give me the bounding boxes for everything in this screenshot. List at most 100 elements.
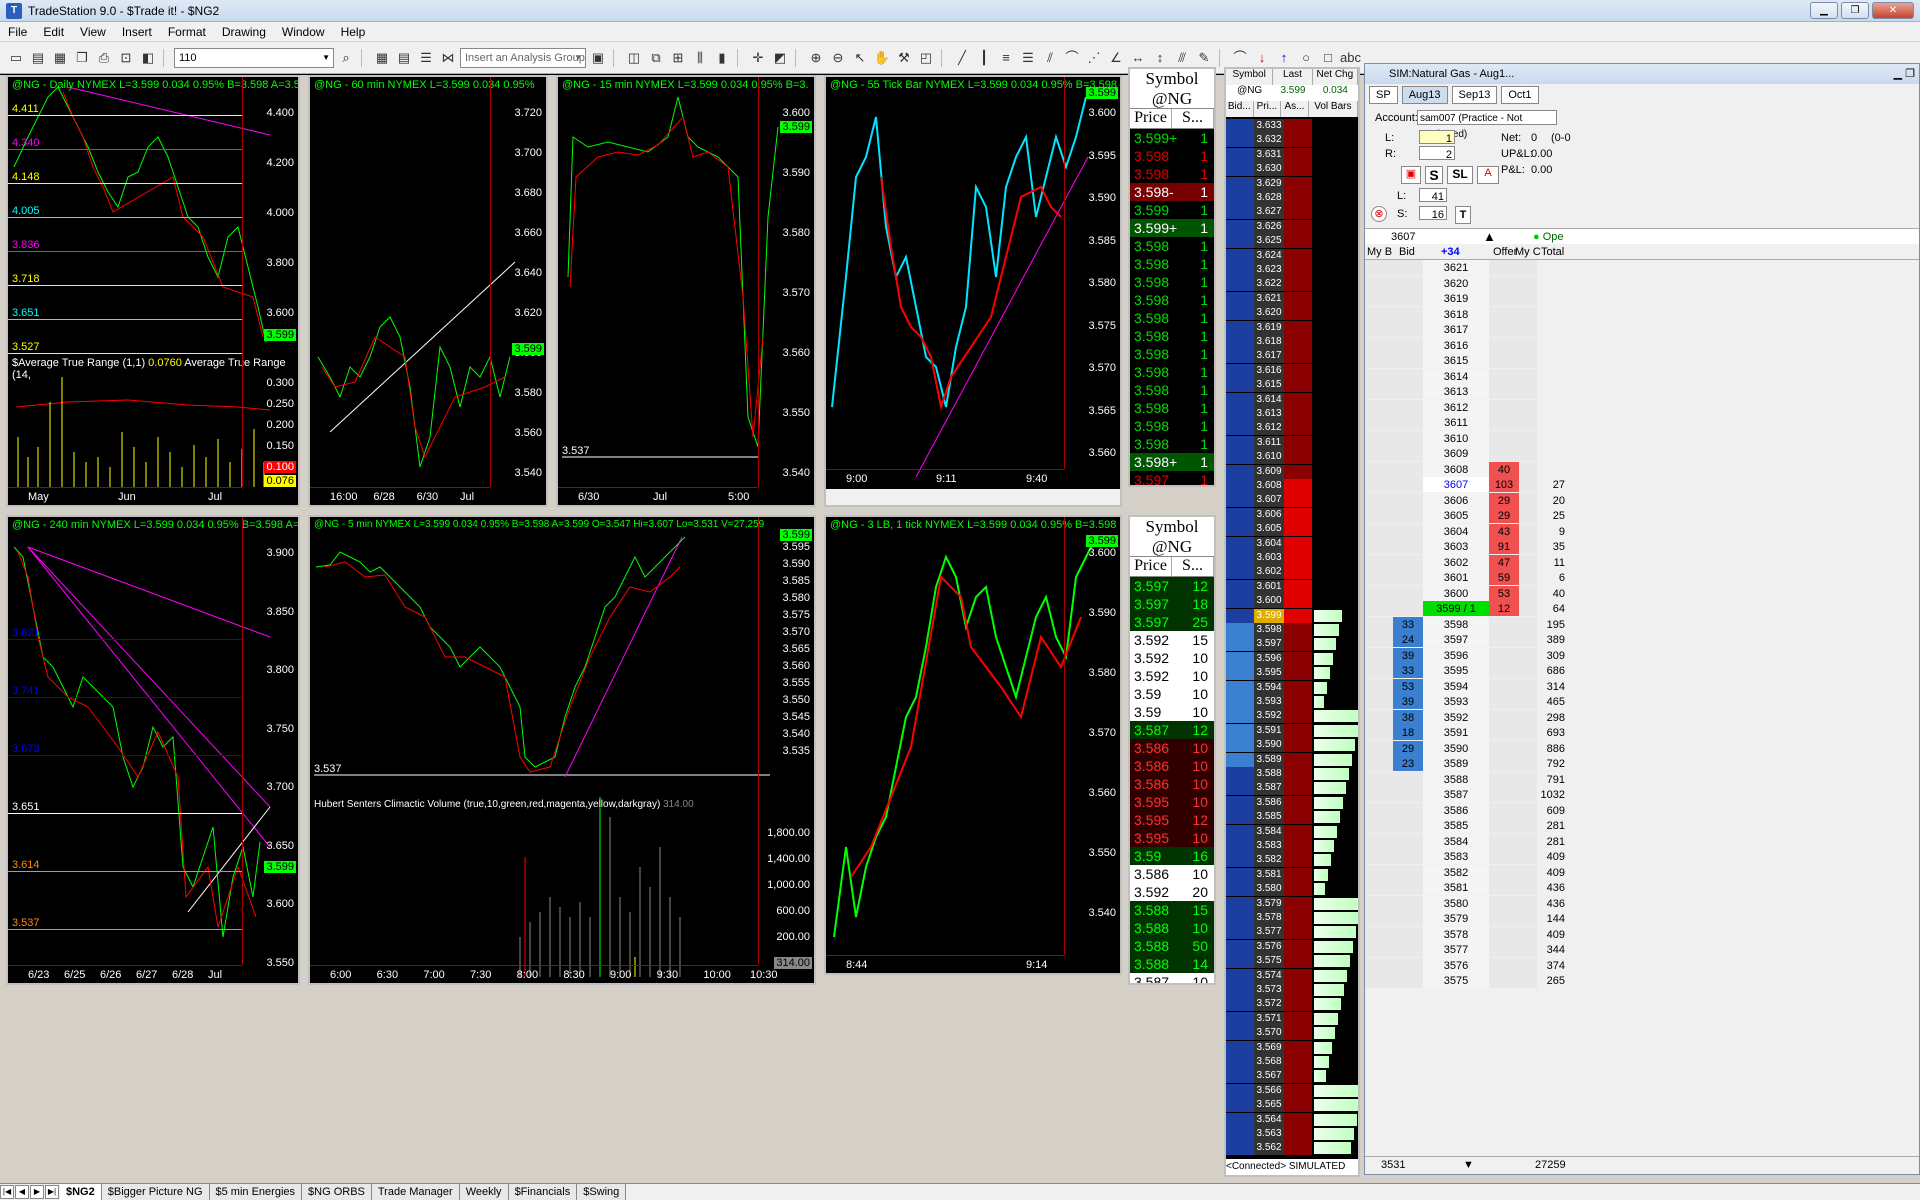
ladder-row[interactable]: 39 3593 465 bbox=[1365, 694, 1565, 710]
dom-row[interactable]: 3.563 bbox=[1226, 1127, 1358, 1141]
dom-row[interactable]: 3.592 bbox=[1226, 709, 1358, 724]
ladder-price[interactable]: 3591 bbox=[1423, 725, 1489, 740]
bid-cell[interactable] bbox=[1393, 508, 1423, 523]
interval-combo[interactable]: 110 bbox=[174, 47, 334, 68]
sim-window-buttons[interactable]: ▁ ❐ bbox=[1894, 64, 1915, 84]
my-offer-cell[interactable] bbox=[1519, 446, 1537, 461]
ladder-row[interactable]: 3579 144 bbox=[1365, 911, 1565, 927]
offer-cell[interactable] bbox=[1489, 911, 1519, 926]
price-box[interactable]: 3607 bbox=[1391, 229, 1415, 245]
ladder-row[interactable]: 3603 91 35 bbox=[1365, 539, 1565, 555]
my-offer-cell[interactable] bbox=[1519, 833, 1537, 849]
dom-row[interactable]: 3.614 bbox=[1226, 392, 1358, 407]
my-bid-cell[interactable] bbox=[1365, 632, 1393, 647]
ladder-price[interactable]: 3588 bbox=[1423, 771, 1489, 787]
workspace-tab-6[interactable]: $Financials bbox=[508, 1184, 578, 1200]
ladder-row[interactable]: 3613 bbox=[1365, 384, 1565, 400]
ladder-col-0[interactable]: My B bbox=[1367, 244, 1392, 260]
ladder-row[interactable]: 3620 bbox=[1365, 275, 1565, 292]
bid-cell[interactable] bbox=[1393, 849, 1423, 864]
col-size[interactable]: S... bbox=[1172, 557, 1214, 576]
dom-row[interactable]: 3.585 bbox=[1226, 810, 1358, 825]
zoom-out-icon[interactable]: ⊖ bbox=[828, 48, 848, 68]
chart-3lb[interactable]: @NG - 3 LB, 1 tick NYMEX L=3.599 0.034 0… bbox=[824, 515, 1122, 975]
arrow-down-icon[interactable]: ↓ bbox=[1252, 48, 1272, 68]
dom-row[interactable]: 3.574 bbox=[1226, 968, 1358, 983]
my-offer-cell[interactable] bbox=[1519, 368, 1537, 384]
dom-row[interactable]: 3.608 bbox=[1226, 479, 1358, 493]
bid-cell[interactable] bbox=[1393, 864, 1423, 880]
my-offer-cell[interactable] bbox=[1519, 430, 1537, 446]
dom-row[interactable]: 3.584 bbox=[1226, 824, 1358, 839]
dom-row[interactable]: 3.581 bbox=[1226, 867, 1358, 882]
my-offer-cell[interactable] bbox=[1519, 771, 1537, 787]
dom-row[interactable]: 3.611 bbox=[1226, 435, 1358, 450]
workspace-tab-1[interactable]: $Bigger Picture NG bbox=[101, 1184, 210, 1200]
ladder-price[interactable]: 3602 bbox=[1423, 554, 1489, 570]
dom-row[interactable]: 3.626 bbox=[1226, 219, 1358, 234]
bid-cell[interactable] bbox=[1393, 415, 1423, 430]
menu-window[interactable]: Window bbox=[274, 25, 333, 39]
my-offer-cell[interactable] bbox=[1519, 942, 1537, 957]
ladder-row[interactable]: 33 3595 686 bbox=[1365, 663, 1565, 679]
my-bid-cell[interactable] bbox=[1365, 880, 1393, 895]
offer-cell[interactable]: 91 bbox=[1489, 539, 1519, 554]
pen-icon[interactable]: ✎ bbox=[1194, 48, 1214, 68]
offer-cell[interactable] bbox=[1489, 864, 1519, 880]
my-bid-cell[interactable] bbox=[1365, 384, 1393, 399]
account-field[interactable]: sam007 (Practice - Not Reviewed) bbox=[1417, 110, 1557, 140]
channel-icon[interactable]: ⫽ bbox=[1040, 48, 1060, 68]
alert-icon[interactable]: A bbox=[1477, 166, 1499, 184]
offer-cell[interactable] bbox=[1489, 632, 1519, 647]
close-button[interactable]: ✕ bbox=[1872, 2, 1914, 19]
ladder-price[interactable]: 3598 bbox=[1423, 616, 1489, 632]
vert-arrow-icon[interactable]: ↕ bbox=[1150, 48, 1170, 68]
my-offer-cell[interactable] bbox=[1519, 508, 1537, 523]
my-offer-cell[interactable] bbox=[1519, 694, 1537, 709]
dom-row[interactable]: 3.600 bbox=[1226, 594, 1358, 609]
ladder-price[interactable]: 3584 bbox=[1423, 833, 1489, 849]
ladder-row[interactable]: 3611 bbox=[1365, 415, 1565, 431]
horizontal-lines-icon[interactable]: ≡ bbox=[996, 48, 1016, 68]
my-bid-cell[interactable] bbox=[1365, 291, 1393, 306]
trendline-icon[interactable]: ╱ bbox=[952, 48, 972, 68]
bid-cell[interactable] bbox=[1393, 926, 1423, 942]
bid-cell[interactable] bbox=[1393, 384, 1423, 399]
my-bid-cell[interactable] bbox=[1365, 942, 1393, 957]
my-offer-cell[interactable] bbox=[1519, 663, 1537, 678]
bid-cell[interactable] bbox=[1393, 306, 1423, 322]
my-offer-cell[interactable] bbox=[1519, 275, 1537, 291]
tile-icon[interactable]: ⊞ bbox=[668, 48, 688, 68]
my-offer-cell[interactable] bbox=[1519, 415, 1537, 430]
dom-row[interactable]: 3.603 bbox=[1226, 551, 1358, 565]
horizontal-level-line[interactable] bbox=[8, 755, 242, 756]
bid-cell[interactable] bbox=[1393, 942, 1423, 957]
my-bid-cell[interactable] bbox=[1365, 740, 1393, 756]
ladder-row[interactable]: 3605 29 25 bbox=[1365, 508, 1565, 524]
my-offer-cell[interactable] bbox=[1519, 632, 1537, 647]
indicator-icon[interactable]: ◰ bbox=[916, 48, 936, 68]
wrench-icon[interactable]: ⚒ bbox=[894, 48, 914, 68]
offer-cell[interactable] bbox=[1489, 942, 1519, 957]
ladder-row[interactable]: 3609 bbox=[1365, 446, 1565, 462]
chart-icon[interactable]: ◧ bbox=[138, 48, 158, 68]
my-offer-cell[interactable] bbox=[1519, 523, 1537, 539]
my-bid-cell[interactable] bbox=[1365, 864, 1393, 880]
ladder-row[interactable]: 33 3598 195 bbox=[1365, 616, 1565, 633]
contract-tab-2[interactable]: Sep13 bbox=[1451, 86, 1498, 104]
dom-row[interactable]: 3.631 bbox=[1226, 147, 1358, 162]
vertical-line-icon[interactable]: ┃ bbox=[974, 48, 994, 68]
my-bid-cell[interactable] bbox=[1365, 725, 1393, 740]
bid-cell[interactable] bbox=[1393, 260, 1423, 275]
menu-view[interactable]: View bbox=[72, 25, 114, 39]
dom-row[interactable]: 3.583 bbox=[1226, 839, 1358, 853]
offer-cell[interactable] bbox=[1489, 384, 1519, 399]
offer-cell[interactable] bbox=[1489, 275, 1519, 291]
list-icon[interactable]: ☰ bbox=[416, 48, 436, 68]
dom-row[interactable]: 3.622 bbox=[1226, 277, 1358, 292]
offer-cell[interactable] bbox=[1489, 926, 1519, 942]
offer-cell[interactable] bbox=[1489, 880, 1519, 895]
dom-row[interactable]: 3.589 bbox=[1226, 752, 1358, 767]
my-offer-cell[interactable] bbox=[1519, 740, 1537, 756]
parallel-icon[interactable]: ⫻ bbox=[1172, 48, 1192, 68]
